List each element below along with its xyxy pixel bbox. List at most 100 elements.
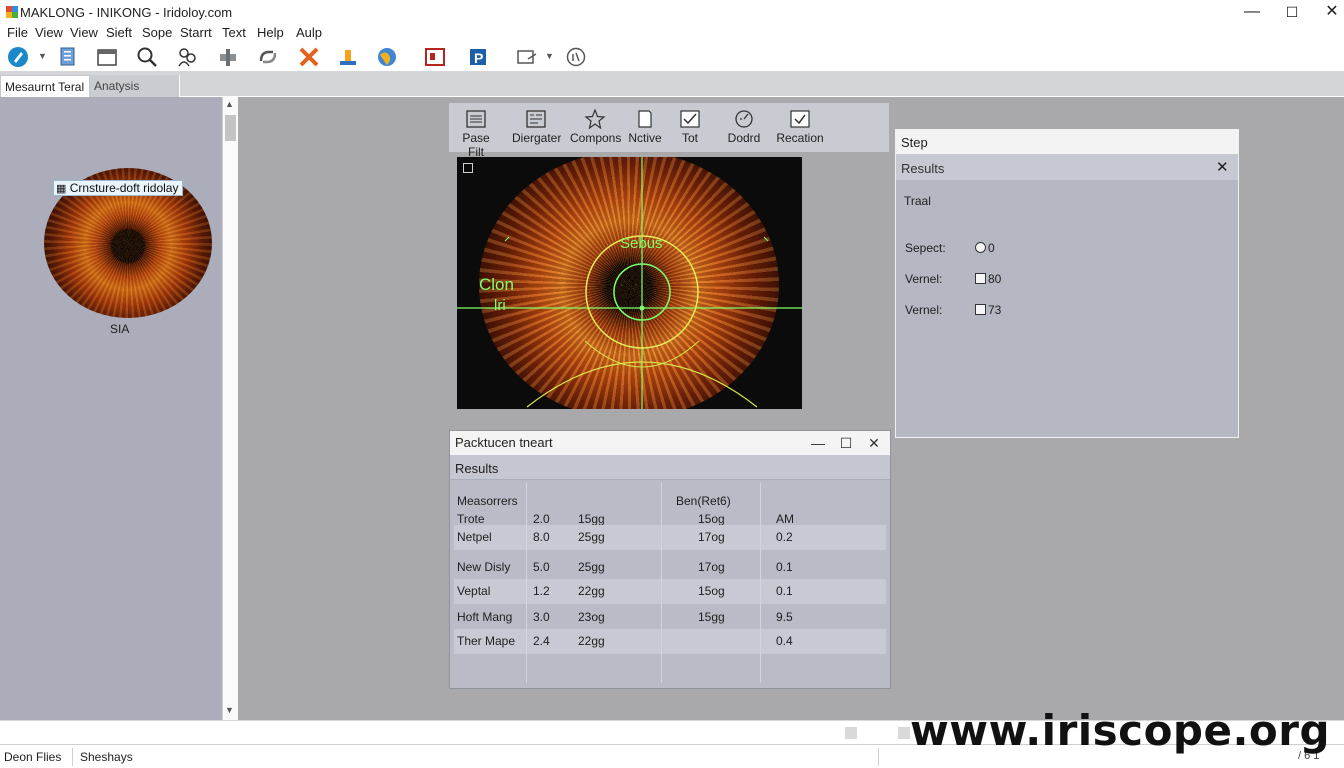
tool-nctive[interactable]: Nctive [627, 109, 663, 145]
table-cell: 15gg [578, 512, 605, 526]
column-divider [760, 483, 761, 683]
table-row[interactable]: Hoft Mang 3.0 23og 15gg 9.5 [454, 605, 886, 630]
left-panel-scrollbar[interactable]: ▲ ▼ [222, 97, 238, 720]
menu-aulp[interactable]: Aulp [296, 25, 322, 40]
calendar-icon[interactable] [95, 45, 119, 69]
option-checkbox[interactable] [975, 273, 986, 284]
publisher-icon[interactable]: P [466, 45, 490, 69]
table-cell: 25gg [578, 530, 605, 544]
option-value: 80 [988, 272, 1002, 286]
scroll-down-icon[interactable]: ▼ [225, 705, 234, 715]
tool-tot[interactable]: Tot [677, 109, 703, 145]
image-file-icon: ▦ [56, 183, 67, 195]
table-cell: 17og [698, 530, 725, 544]
scrollbar-thumb[interactable] [225, 115, 236, 141]
table-row[interactable]: Veptal 1.2 22gg 15og 0.1 [454, 579, 886, 604]
option-checkbox[interactable] [975, 304, 986, 315]
list-icon [466, 110, 486, 128]
menu-starrt[interactable]: Starrt [180, 25, 212, 40]
tool-dodrd[interactable]: Dodrd [725, 109, 763, 145]
tool-diergater[interactable]: Diergater [512, 109, 561, 145]
table-row[interactable]: New Disly 5.0 25gg 17og 0.1 [454, 555, 886, 580]
table-row[interactable]: Ther Mape 2.4 22gg 0.4 [454, 629, 886, 654]
plug-icon[interactable] [216, 45, 240, 69]
share-icon[interactable] [515, 45, 539, 69]
table-cell: 0.1 [776, 560, 793, 574]
scroll-marker[interactable] [898, 727, 910, 739]
table-cell: 15og [698, 512, 725, 526]
link-icon[interactable] [256, 45, 280, 69]
step-panel: Step Results ✕ Traal Sepect: 0 Vernel: 8… [895, 129, 1239, 438]
step-panel-title: Step [901, 135, 928, 150]
table-cell: Netpel [457, 530, 492, 544]
option-value: 73 [988, 303, 1002, 317]
option-label: Vernel: [905, 272, 943, 286]
thumbnail-label-text: Crnsture-doft ridolay [69, 181, 179, 195]
table-row[interactable]: Netpel 8.0 25gg 17og 0.2 [454, 525, 886, 550]
presentation-icon[interactable] [423, 45, 447, 69]
search-icon[interactable] [135, 45, 159, 69]
tab-measurement-total[interactable]: Mesaurnt Teral [0, 75, 90, 97]
results-close-button[interactable]: ✕ [860, 433, 888, 453]
table-cell: 0.1 [776, 584, 793, 598]
table-cell: Veptal [457, 584, 491, 598]
settings-dial-icon[interactable] [564, 45, 588, 69]
table-cell: New Disly [457, 560, 511, 574]
thumbnail-label[interactable]: ▦ Crnsture-doft ridolay [53, 180, 184, 196]
menu-sieft[interactable]: Sieft [106, 25, 132, 40]
tab-analysis[interactable]: Anatysis [90, 75, 180, 97]
scroll-marker[interactable] [845, 727, 857, 739]
tool-label: Pase Filt [462, 131, 490, 159]
results-label: Results [455, 461, 499, 476]
option-radio[interactable] [975, 242, 986, 253]
tool-label: Dodrd [727, 131, 761, 145]
status-shapes[interactable]: Sheshays [80, 750, 133, 764]
maximize-button[interactable]: ☐ [1272, 2, 1312, 22]
share-dropdown-icon[interactable]: ▼ [545, 51, 554, 61]
results-window-titlebar[interactable]: Packtucen tneart — ☐ ✕ [450, 431, 890, 455]
page-icon [638, 110, 652, 128]
tool-label: Recation [776, 131, 824, 145]
table-cell: 8.0 [533, 530, 550, 544]
minimize-button[interactable]: — [1232, 2, 1272, 22]
table-cell: 2.4 [533, 634, 550, 648]
menu-view[interactable]: View [35, 25, 63, 40]
corner-marker-icon [463, 163, 473, 173]
tool-recation[interactable]: Recation [772, 109, 828, 145]
menu-help[interactable]: Help [257, 25, 284, 40]
trial-label: Traal [904, 194, 931, 208]
tool-pase-filt[interactable]: Pase Filt [454, 109, 498, 159]
scroll-up-icon[interactable]: ▲ [225, 99, 234, 109]
menu-file[interactable]: File [7, 25, 28, 40]
status-divider [72, 748, 73, 766]
menu-sope[interactable]: Sope [142, 25, 172, 40]
pen-tool-icon[interactable] [6, 45, 30, 69]
globe-icon[interactable] [375, 45, 399, 69]
table-cell: 3.0 [533, 610, 550, 624]
results-minimize-button[interactable]: — [804, 433, 832, 453]
menu-text[interactable]: Text [222, 25, 246, 40]
pen-dropdown-icon[interactable]: ▼ [38, 51, 47, 61]
people-icon[interactable] [175, 45, 199, 69]
menu-view-2[interactable]: View [70, 25, 98, 40]
step-panel-header: Step [896, 130, 1238, 154]
overlay-label-iri: lri [494, 297, 506, 314]
results-window: Packtucen tneart — ☐ ✕ Results Measorrer… [449, 430, 891, 689]
table-cell: 2.0 [533, 512, 550, 526]
option-label: Vernel: [905, 303, 943, 317]
stamp-icon[interactable] [336, 45, 360, 69]
results-window-title: Packtucen tneart [455, 435, 553, 450]
iris-image-view[interactable]: Sebus Clon lri [457, 157, 802, 409]
delete-icon[interactable] [297, 45, 321, 69]
table-cell: 23og [578, 610, 605, 624]
tool-label: Nctive [628, 131, 662, 145]
status-files[interactable]: Deon Flies [4, 750, 61, 764]
tool-compons[interactable]: Compons [570, 109, 621, 145]
star-icon [584, 109, 606, 129]
close-button[interactable]: ✕ [1312, 2, 1344, 22]
results-maximize-button[interactable]: ☐ [832, 433, 860, 453]
document-icon[interactable] [56, 45, 80, 69]
step-close-icon[interactable]: ✕ [1216, 158, 1229, 176]
column-divider [661, 483, 662, 683]
table-cell: 1.2 [533, 584, 550, 598]
